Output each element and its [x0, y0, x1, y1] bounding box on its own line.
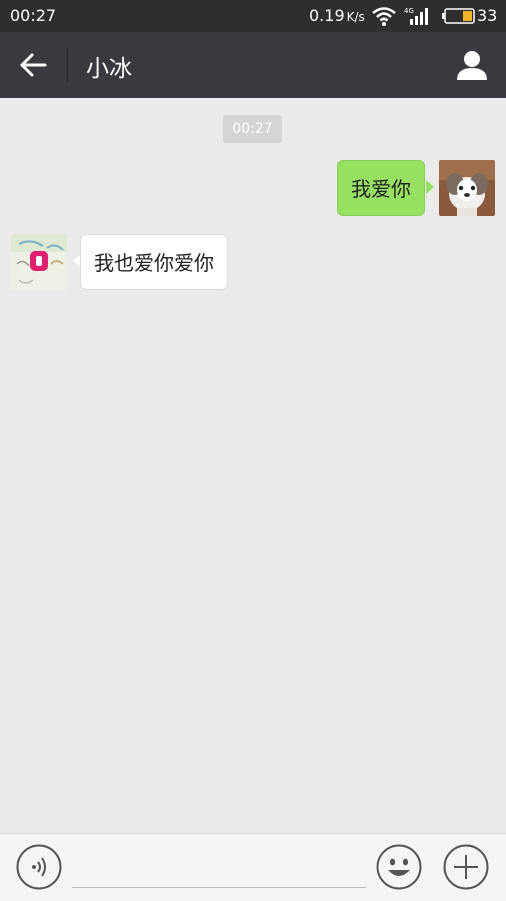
status-bar: 00:27 0.19 K/s 4G 33 — [0, 0, 506, 32]
profile-button[interactable] — [455, 49, 489, 81]
xiaoice-avatar-icon — [11, 234, 67, 290]
network-speed: 0.19 K/s — [309, 6, 365, 25]
emoji-button[interactable] — [376, 844, 422, 890]
chat-area[interactable]: 00:27 我爱你 我也爱你爱你 — [0, 98, 506, 833]
incoming-message-bubble[interactable]: 我也爱你爱你 — [80, 234, 228, 290]
voice-button[interactable] — [16, 844, 62, 890]
status-time: 00:27 — [10, 6, 57, 25]
network-speed-value: 0.19 — [309, 6, 345, 25]
input-bar — [0, 833, 506, 901]
input-underline — [72, 887, 366, 888]
message-timestamp: 00:27 — [223, 115, 282, 143]
back-button[interactable] — [18, 50, 50, 80]
puppy-photo-icon — [439, 160, 495, 216]
emoji-icon — [376, 844, 422, 890]
header-divider — [67, 48, 68, 82]
person-icon — [457, 51, 487, 80]
message-input[interactable] — [72, 844, 370, 888]
xiaoice-avatar[interactable] — [11, 234, 67, 290]
voice-icon — [16, 844, 62, 890]
chat-header: 小冰 — [0, 32, 506, 98]
outgoing-message-text: 我爱你 — [351, 177, 411, 201]
battery-icon — [442, 8, 476, 28]
outgoing-message-bubble[interactable]: 我爱你 — [337, 160, 425, 216]
network-type-label: 4G — [404, 7, 414, 15]
incoming-message-text: 我也爱你爱你 — [94, 251, 214, 275]
outgoing-bubble-tail — [426, 180, 434, 194]
signal-icon: 4G — [404, 6, 432, 30]
my-avatar[interactable] — [439, 160, 495, 216]
chat-title: 小冰 — [86, 56, 132, 82]
battery-percent: 33 — [477, 6, 498, 25]
plus-icon — [443, 844, 489, 890]
network-speed-unit: K/s — [346, 10, 365, 24]
arrow-left-icon — [20, 53, 47, 77]
more-button[interactable] — [443, 844, 489, 890]
wifi-icon — [372, 6, 396, 30]
